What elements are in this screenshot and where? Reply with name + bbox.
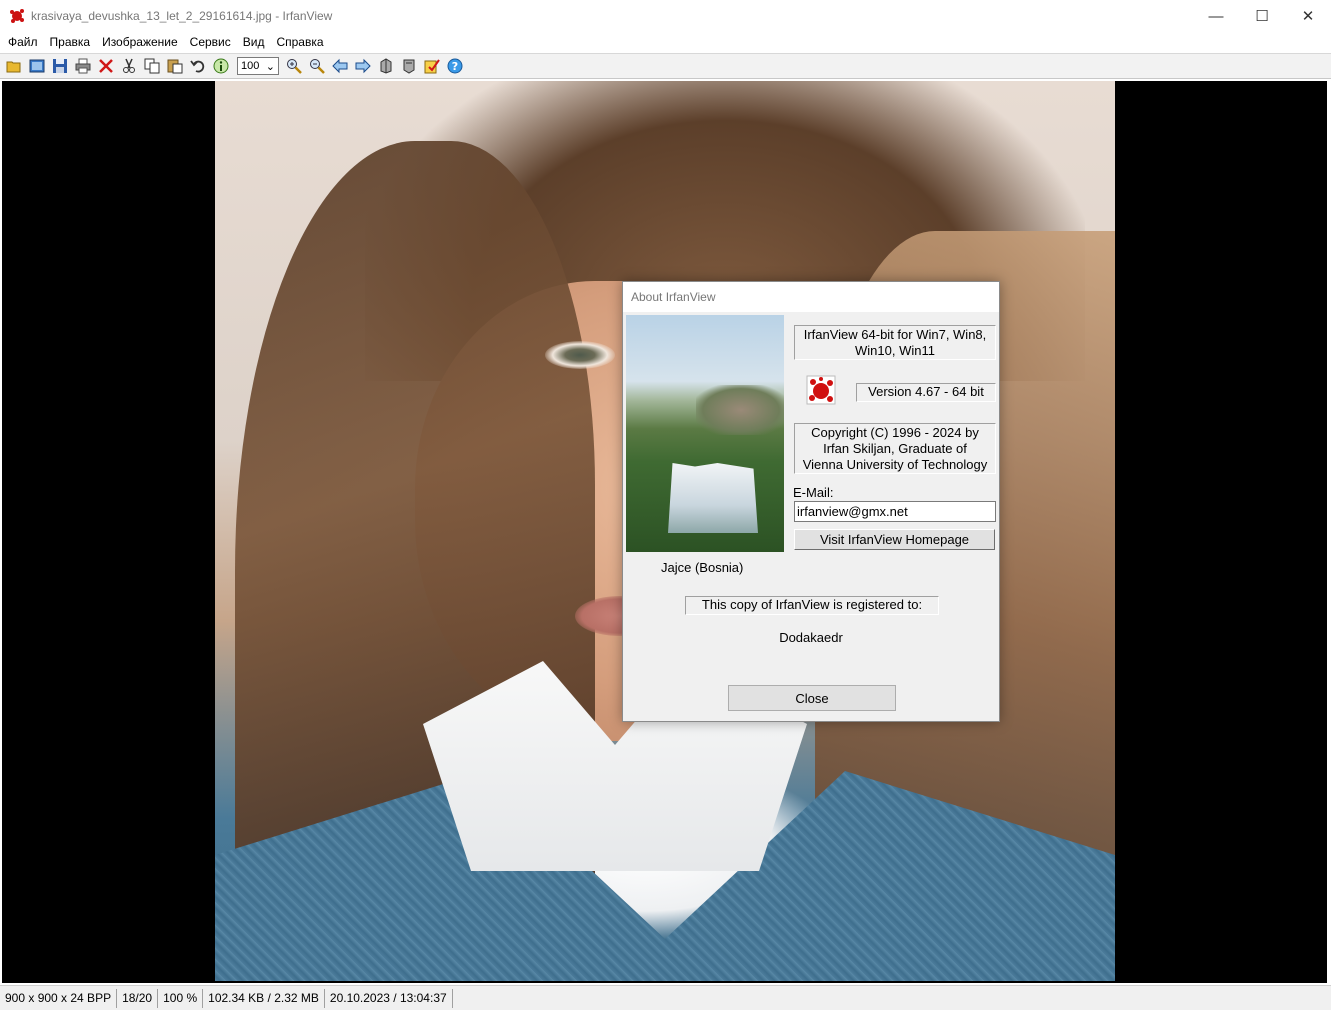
menu-edit[interactable]: Правка [44,35,97,49]
registered-name: Dodakaedr [779,630,843,645]
registered-label: This copy of IrfanView is registered to: [685,596,939,615]
cut-button[interactable] [118,55,140,77]
open-button[interactable] [3,55,25,77]
delete-icon [99,59,113,73]
irfanview-logo-icon [9,8,25,24]
status-bar: 900 x 900 x 24 BPP 18/20 100 % 102.34 KB… [0,985,1331,1010]
info-button[interactable] [210,55,232,77]
chevron-down-icon: ⌄ [265,60,275,73]
zoom-out-icon [310,59,325,74]
minimize-icon: — [1208,7,1224,25]
copyright-line-3: Vienna University of Technology [802,457,988,472]
help-button[interactable]: ? [444,55,466,77]
first-file-icon [380,58,392,74]
help-icon: ? [447,58,463,74]
version-box: Version 4.67 - 64 bit [856,383,996,402]
copyright-box: Copyright (C) 1996 - 2024 by Irfan Skilj… [794,423,996,474]
email-field[interactable]: irfanview@gmx.net [794,501,996,522]
thumbnails-button[interactable] [26,55,48,77]
status-dimensions: 900 x 900 x 24 BPP [0,988,118,1008]
status-zoom: 100 % [158,988,204,1008]
print-button[interactable] [72,55,94,77]
paste-icon [167,59,183,74]
status-index: 18/20 [117,988,159,1008]
close-dialog-button[interactable]: Close [728,685,896,711]
email-label: E-Mail: [793,485,834,500]
zoom-out-button[interactable] [306,55,328,77]
window-controls: — ☐ ✕ [1193,0,1331,32]
undo-button[interactable] [187,55,209,77]
paint-icon [424,59,440,74]
window-title: krasivaya_devushka_13_let_2_29161614.jpg… [31,9,333,23]
copyright-line-2: Irfan Skiljan, Graduate of [823,441,967,456]
close-button[interactable]: ✕ [1285,0,1331,32]
minimize-button[interactable]: — [1193,0,1239,32]
product-box: IrfanView 64-bit for Win7, Win8, Win10, … [794,325,996,360]
product-line-2: Win10, Win11 [855,343,935,358]
info-icon [213,58,229,74]
svg-text:?: ? [452,60,458,73]
maximize-icon: ☐ [1255,8,1269,25]
menu-options[interactable]: Сервис [184,35,237,49]
irfanview-logo-icon [804,373,838,407]
title-bar: krasivaya_devushka_13_let_2_29161614.jpg… [0,0,1331,32]
status-size: 102.34 KB / 2.32 MB [203,988,325,1008]
last-file-button[interactable] [398,55,420,77]
menu-view[interactable]: Вид [237,35,271,49]
open-icon [6,61,21,73]
delete-button[interactable] [95,55,117,77]
menu-help[interactable]: Справка [270,35,329,49]
close-icon: ✕ [1301,8,1315,25]
status-datetime: 20.10.2023 / 13:04:37 [325,988,453,1008]
menu-image[interactable]: Изображение [96,35,184,49]
previous-icon [332,58,348,74]
previous-button[interactable] [329,55,351,77]
zoom-in-icon [287,59,302,74]
last-file-icon [403,59,415,74]
save-icon [53,59,67,73]
zoom-in-button[interactable] [283,55,305,77]
save-button[interactable] [49,55,71,77]
maximize-button[interactable]: ☐ [1239,0,1285,32]
cut-icon [123,58,135,73]
zoom-select[interactable]: 100 ⌄ [237,57,279,75]
thumbnails-icon [29,59,45,73]
copyright-line-1: Copyright (C) 1996 - 2024 by [811,425,979,440]
menu-file[interactable]: Файл [2,35,44,49]
dialog-title: About IrfanView [623,282,999,312]
toolbar: 100 ⌄ ? [0,53,1331,79]
menu-bar: Файл Правка Изображение Сервис Вид Справ… [0,32,1331,52]
undo-icon [190,60,205,73]
print-icon [75,58,91,74]
first-file-button[interactable] [375,55,397,77]
photo-caption: Jajce (Bosnia) [661,560,744,575]
visit-homepage-button[interactable]: Visit IrfanView Homepage [794,529,995,550]
copy-icon [144,58,160,74]
next-button[interactable] [352,55,374,77]
about-dialog: About IrfanView Jajce (Bosnia) IrfanView… [622,281,1000,722]
paint-button[interactable] [421,55,443,77]
product-line-1: IrfanView 64-bit for Win7, Win8, [803,327,987,342]
next-icon [355,58,371,74]
copy-button[interactable] [141,55,163,77]
zoom-value: 100 [241,60,260,72]
paste-button[interactable] [164,55,186,77]
jajce-photo [626,315,784,552]
